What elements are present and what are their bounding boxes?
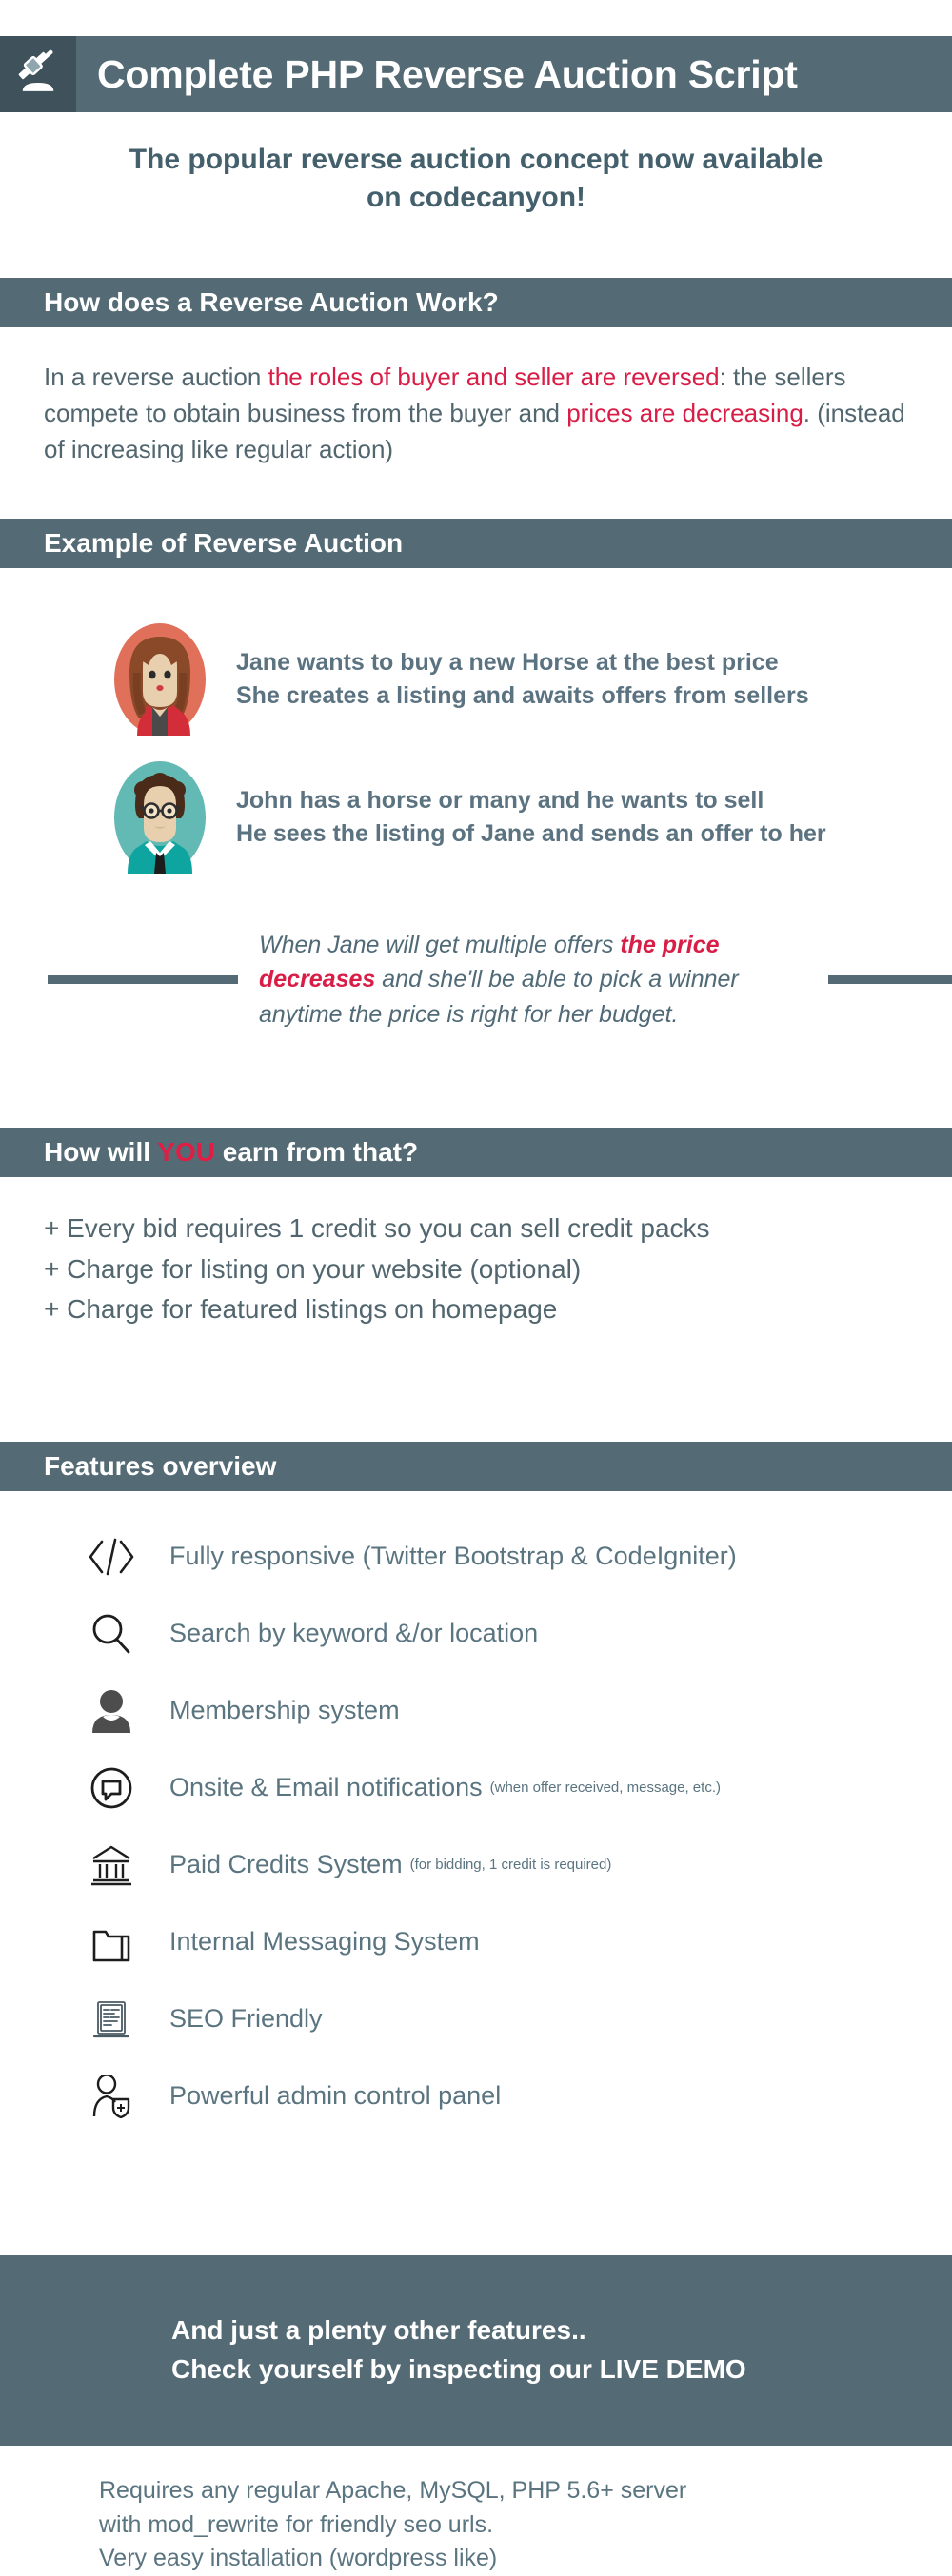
seo-document-icon	[84, 1992, 139, 2047]
section-band-how-it-works: How does a Reverse Auction Work?	[0, 278, 952, 327]
feature-item-membership: Membership system	[0, 1672, 952, 1749]
section-band-how-it-works-label: How does a Reverse Auction Work?	[44, 287, 499, 317]
how-it-works-paragraph: In a reverse auction the roles of buyer …	[44, 360, 929, 468]
quote-rule-left	[48, 974, 238, 984]
gavel-icon-box	[0, 36, 76, 112]
earn-list: + Every bid requires 1 credit so you can…	[44, 1209, 939, 1330]
feature-item-notifications: Onsite & Email notifications (when offer…	[0, 1749, 952, 1826]
quote-part-1: When Jane will get multiple offers	[259, 932, 621, 958]
paragraph-part-1: In a reverse auction	[44, 363, 268, 391]
jane-description: Jane wants to buy a new Horse at the bes…	[236, 646, 809, 714]
feature-label: Fully responsive (Twitter Bootstrap & Co…	[169, 1542, 737, 1570]
earn-label-highlight: YOU	[157, 1137, 215, 1167]
feature-label: Onsite & Email notifications	[169, 1773, 483, 1801]
feature-label: Paid Credits System	[169, 1850, 403, 1878]
gavel-icon	[13, 49, 63, 99]
feature-label: Search by keyword &/or location	[169, 1619, 539, 1647]
john-line-1: John has a horse or many and he wants to…	[236, 786, 764, 814]
feature-label: SEO Friendly	[169, 2004, 323, 2033]
jane-avatar	[114, 623, 206, 736]
earn-label-post: earn from that?	[214, 1137, 419, 1167]
feature-label: Powerful admin control panel	[169, 2081, 502, 2110]
feature-item-messaging: Internal Messaging System	[0, 1903, 952, 1980]
jane-line-2: She creates a listing and awaits offers …	[236, 682, 809, 709]
john-description: John has a horse or many and he wants to…	[236, 784, 826, 852]
subtitle-line-2: on codecanyon!	[366, 181, 586, 213]
bank-icon	[84, 1838, 139, 1893]
page-subtitle: The popular reverse auction concept now …	[0, 141, 952, 216]
earn-item: + Every bid requires 1 credit so you can…	[44, 1213, 710, 1243]
paragraph-highlight-1: the roles of buyer and seller are revers…	[268, 363, 720, 391]
folder-icon	[84, 1915, 139, 1970]
cta-banner: And just a plenty other features.. Check…	[0, 2255, 952, 2446]
feature-item-credits: Paid Credits System (for bidding, 1 cred…	[0, 1826, 952, 1903]
john-line-2: He sees the listing of Jane and sends an…	[236, 820, 826, 847]
quote-rule-right	[828, 974, 952, 984]
code-icon	[84, 1529, 139, 1584]
section-band-features-label: Features overview	[44, 1451, 277, 1481]
cta-line-2: Check yourself by inspecting our LIVE DE…	[171, 2354, 746, 2384]
example-quote: When Jane will get multiple offers the p…	[0, 928, 952, 1032]
section-band-features: Features overview	[0, 1442, 952, 1491]
section-band-example: Example of Reverse Auction	[0, 519, 952, 568]
earn-item: + Charge for featured listings on homepa…	[44, 1294, 558, 1325]
user-icon	[84, 1683, 139, 1739]
earn-item: + Charge for listing on your website (op…	[44, 1253, 582, 1284]
subtitle-line-1: The popular reverse auction concept now …	[129, 144, 823, 175]
john-avatar	[114, 761, 206, 874]
footer-line-1: Requires any regular Apache, MySQL, PHP …	[99, 2477, 687, 2504]
search-icon	[84, 1606, 139, 1662]
page-header: Complete PHP Reverse Auction Script	[0, 36, 952, 112]
feature-item-admin-panel: Powerful admin control panel	[0, 2057, 952, 2134]
example-person-jane: Jane wants to buy a new Horse at the bes…	[114, 623, 809, 736]
quote-text: When Jane will get multiple offers the p…	[259, 928, 811, 1032]
footer-requirements: Requires any regular Apache, MySQL, PHP …	[99, 2474, 918, 2576]
cta-line-1: And just a plenty other features..	[171, 2315, 586, 2346]
promo-page: Complete PHP Reverse Auction Script The …	[0, 0, 952, 2571]
section-band-earn: How will YOU earn from that?	[0, 1128, 952, 1177]
feature-label: Internal Messaging System	[169, 1927, 480, 1956]
earn-label-pre: How will	[44, 1137, 158, 1167]
features-list: Fully responsive (Twitter Bootstrap & Co…	[0, 1518, 952, 2134]
footer-line-3: Very easy installation (wordpress like)	[99, 2545, 498, 2571]
feature-label: Membership system	[169, 1696, 400, 1724]
feature-item-search: Search by keyword &/or location	[0, 1595, 952, 1672]
jane-line-1: Jane wants to buy a new Horse at the bes…	[236, 648, 779, 676]
admin-shield-user-icon	[84, 2069, 139, 2124]
section-band-earn-label: How will YOU earn from that?	[44, 1137, 418, 1168]
paragraph-highlight-2: prices are decreasing	[566, 398, 803, 427]
section-band-example-label: Example of Reverse Auction	[44, 528, 404, 558]
footer-line-2: with mod_rewrite for friendly seo urls.	[99, 2510, 494, 2538]
notification-bubble-icon	[84, 1760, 139, 1816]
feature-note: (when offer received, message, etc.)	[489, 1780, 721, 1796]
feature-item-seo: SEO Friendly	[0, 1980, 952, 2057]
example-person-john: John has a horse or many and he wants to…	[114, 761, 826, 874]
feature-note: (for bidding, 1 credit is required)	[409, 1857, 612, 1873]
page-title: Complete PHP Reverse Auction Script	[97, 51, 798, 96]
feature-item-responsive: Fully responsive (Twitter Bootstrap & Co…	[0, 1518, 952, 1595]
